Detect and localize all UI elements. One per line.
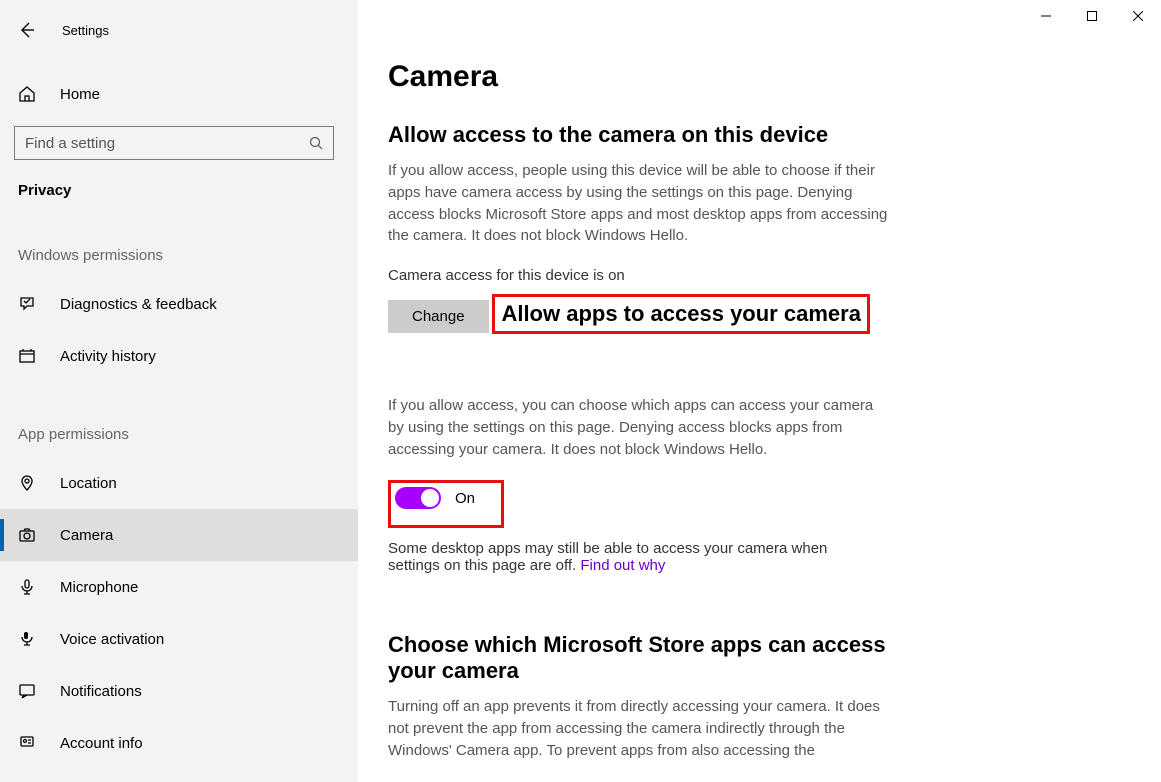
search-field[interactable] [25,135,309,152]
home-label: Home [60,86,100,103]
sidebar-item-label: Diagnostics & feedback [60,296,217,313]
sidebar-item-location[interactable]: Location [0,457,358,509]
microphone-icon [18,578,38,596]
back-button[interactable] [18,21,36,39]
section-desc: If you allow access, people using this d… [388,160,888,247]
change-button[interactable]: Change [388,300,489,333]
camera-icon [18,526,38,544]
location-icon [18,474,38,492]
main-content: Camera Allow access to the camera on thi… [358,0,1161,782]
sidebar-item-notifications[interactable]: Notifications [0,665,358,717]
search-input[interactable] [14,126,334,160]
category-label: Privacy [0,182,358,199]
sidebar-item-microphone[interactable]: Microphone [0,561,358,613]
feedback-icon [18,295,38,313]
history-icon [18,347,38,365]
section-desc: If you allow access, you can choose whic… [388,395,888,460]
section-title-allow-apps: Allow apps to access your camera [501,301,861,327]
sidebar-item-diagnostics[interactable]: Diagnostics & feedback [0,278,358,330]
section-title-device-access: Allow access to the camera on this devic… [388,122,1161,148]
sidebar-item-label: Account info [60,735,143,752]
highlight-allow-apps-title: Allow apps to access your camera [492,294,870,334]
section-desc: Turning off an app prevents it from dire… [388,696,888,761]
highlight-toggle: On [388,480,504,528]
sidebar-item-label: Voice activation [60,631,164,648]
sidebar-item-label: Notifications [60,683,142,700]
account-icon [18,734,38,752]
sidebar-item-label: Location [60,475,117,492]
notifications-icon [18,682,38,700]
home-nav[interactable]: Home [0,72,358,116]
app-title: Settings [62,23,109,38]
device-access-status: Camera access for this device is on [388,267,1161,284]
sidebar-item-label: Microphone [60,579,138,596]
find-out-why-link[interactable]: Find out why [580,557,665,574]
sidebar-item-camera[interactable]: Camera [0,509,358,561]
sidebar-item-activity[interactable]: Activity history [0,330,358,382]
sidebar-item-voice[interactable]: Voice activation [0,613,358,665]
sidebar: Settings Home Privacy Windows permission… [0,0,358,782]
sidebar-item-account[interactable]: Account info [0,717,358,769]
group-title-app: App permissions [0,426,358,443]
page-title: Camera [388,60,1161,94]
search-icon [309,136,323,150]
allow-apps-toggle[interactable] [395,487,441,509]
sidebar-item-label: Activity history [60,348,156,365]
home-icon [18,85,38,103]
toggle-state-label: On [455,490,475,507]
desktop-apps-note: Some desktop apps may still be able to a… [388,540,878,574]
section-title-choose-apps: Choose which Microsoft Store apps can ac… [388,632,888,684]
sidebar-item-label: Camera [60,527,113,544]
voice-icon [18,630,38,648]
group-title-windows: Windows permissions [0,247,358,264]
